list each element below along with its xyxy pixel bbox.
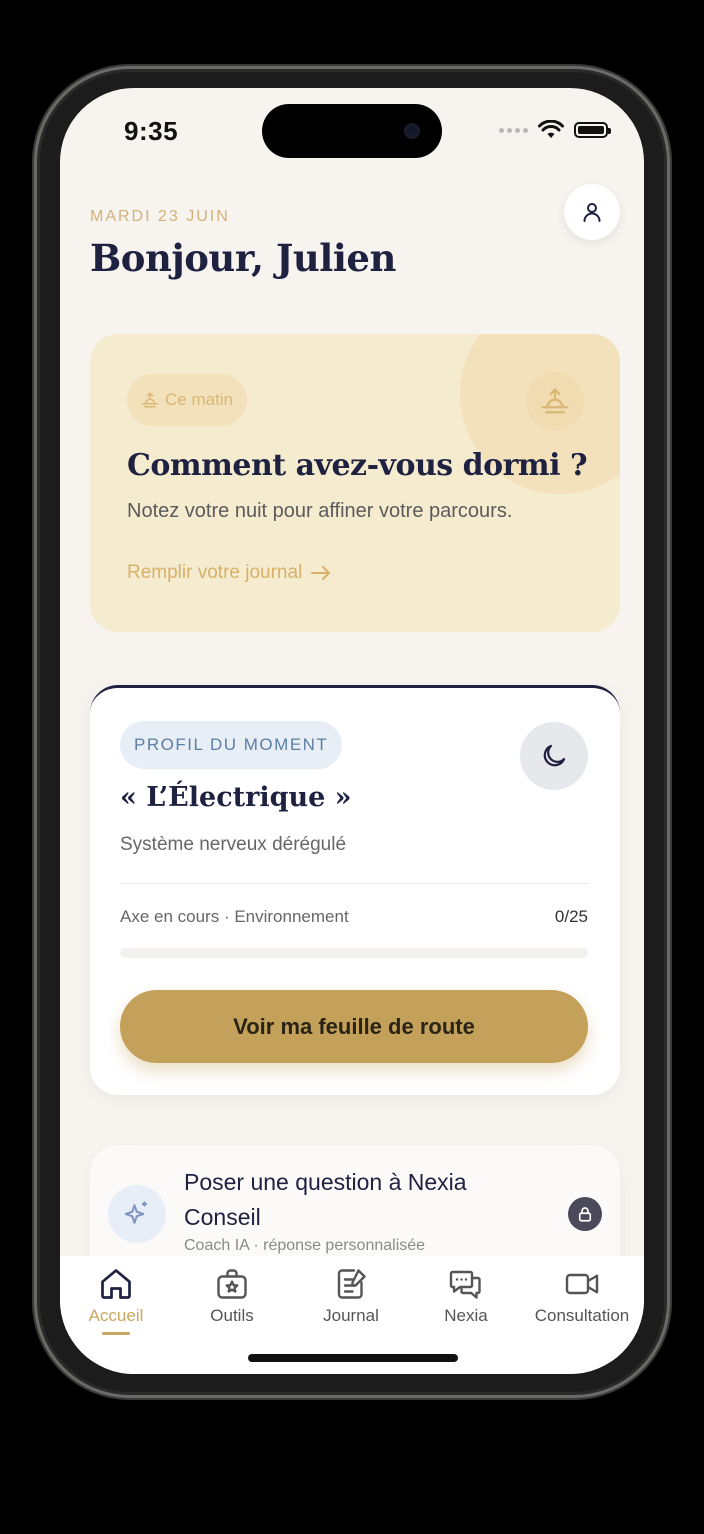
user-icon	[583, 203, 601, 222]
moon-badge	[520, 722, 588, 790]
divider	[120, 883, 588, 884]
tab-label: Nexia	[444, 1306, 488, 1325]
header-date: MARDI 23 JUIN	[90, 208, 230, 225]
sunrise-icon	[541, 388, 569, 414]
chat-icon	[449, 1270, 481, 1299]
journal-icon	[337, 1269, 366, 1299]
profile-card: PROFIL DU MOMENT « L’Électrique » Systèm…	[90, 685, 620, 1095]
home-indicator[interactable]	[248, 1354, 458, 1362]
profile-name: « L’Électrique »	[120, 782, 352, 813]
sleep-card-title: Comment avez-vous dormi ?	[127, 448, 588, 483]
app-screen: 9:35 MARDI 23 JUIN Bonjour, Julien Ce ma…	[60, 88, 644, 1374]
wifi-icon	[538, 120, 564, 138]
tab-consultation[interactable]: Consultation	[527, 1266, 637, 1326]
profile-subtitle: Système nerveux dérégulé	[120, 834, 347, 855]
status-time: 9:35	[124, 116, 179, 146]
tab-label: Outils	[210, 1306, 254, 1325]
moon-icon	[543, 744, 566, 767]
profile-button[interactable]	[564, 184, 620, 240]
home-icon	[101, 1269, 131, 1299]
tab-nexia[interactable]: Nexia	[411, 1266, 521, 1326]
morning-chip-label: Ce matin	[165, 390, 234, 409]
axis-label: Axe en cours · Environnement	[120, 907, 349, 926]
active-tab-indicator	[102, 1332, 130, 1335]
tab-label: Consultation	[534, 1306, 630, 1325]
morning-chip: Ce matin	[127, 374, 248, 426]
toolbox-icon	[217, 1269, 247, 1299]
greeting-title: Bonjour, Julien	[90, 236, 396, 280]
camera-icon	[404, 123, 420, 139]
roadmap-button[interactable]: Voir ma feuille de route	[120, 990, 588, 1063]
video-icon	[565, 1273, 599, 1295]
sparkle-icon	[124, 1201, 147, 1224]
battery-icon	[574, 122, 611, 138]
sparkle-badge	[108, 1185, 166, 1243]
sleep-journal-card[interactable]: Ce matin Comment avez-vous dormi ? Notez…	[90, 334, 620, 632]
axis-progress-bar	[120, 948, 588, 958]
sleep-card-subtitle: Notez votre nuit pour affiner votre parc…	[127, 500, 513, 522]
profile-chip: PROFIL DU MOMENT	[120, 721, 343, 769]
nexia-title: Poser une question à Nexia Conseil	[184, 1169, 467, 1230]
lock-icon	[568, 1197, 602, 1231]
dynamic-island	[262, 104, 442, 158]
cellular-signal-icon	[499, 127, 528, 133]
axis-count: 0/25	[554, 907, 588, 926]
nexia-subtitle: Coach IA · réponse personnalisée	[184, 1237, 426, 1254]
tab-accueil[interactable]: Accueil	[61, 1266, 171, 1335]
fill-journal-link[interactable]: Remplir votre journal	[127, 562, 332, 584]
tab-outils[interactable]: Outils	[177, 1266, 287, 1326]
fill-journal-label: Remplir votre journal	[127, 562, 303, 583]
status-icons	[499, 120, 611, 140]
tab-journal[interactable]: Journal	[296, 1266, 406, 1326]
tab-label: Accueil	[88, 1306, 144, 1325]
tab-label: Journal	[323, 1306, 379, 1325]
sunrise-badge	[526, 372, 584, 430]
arrow-right-icon	[311, 566, 331, 580]
sunrise-icon	[141, 392, 159, 408]
